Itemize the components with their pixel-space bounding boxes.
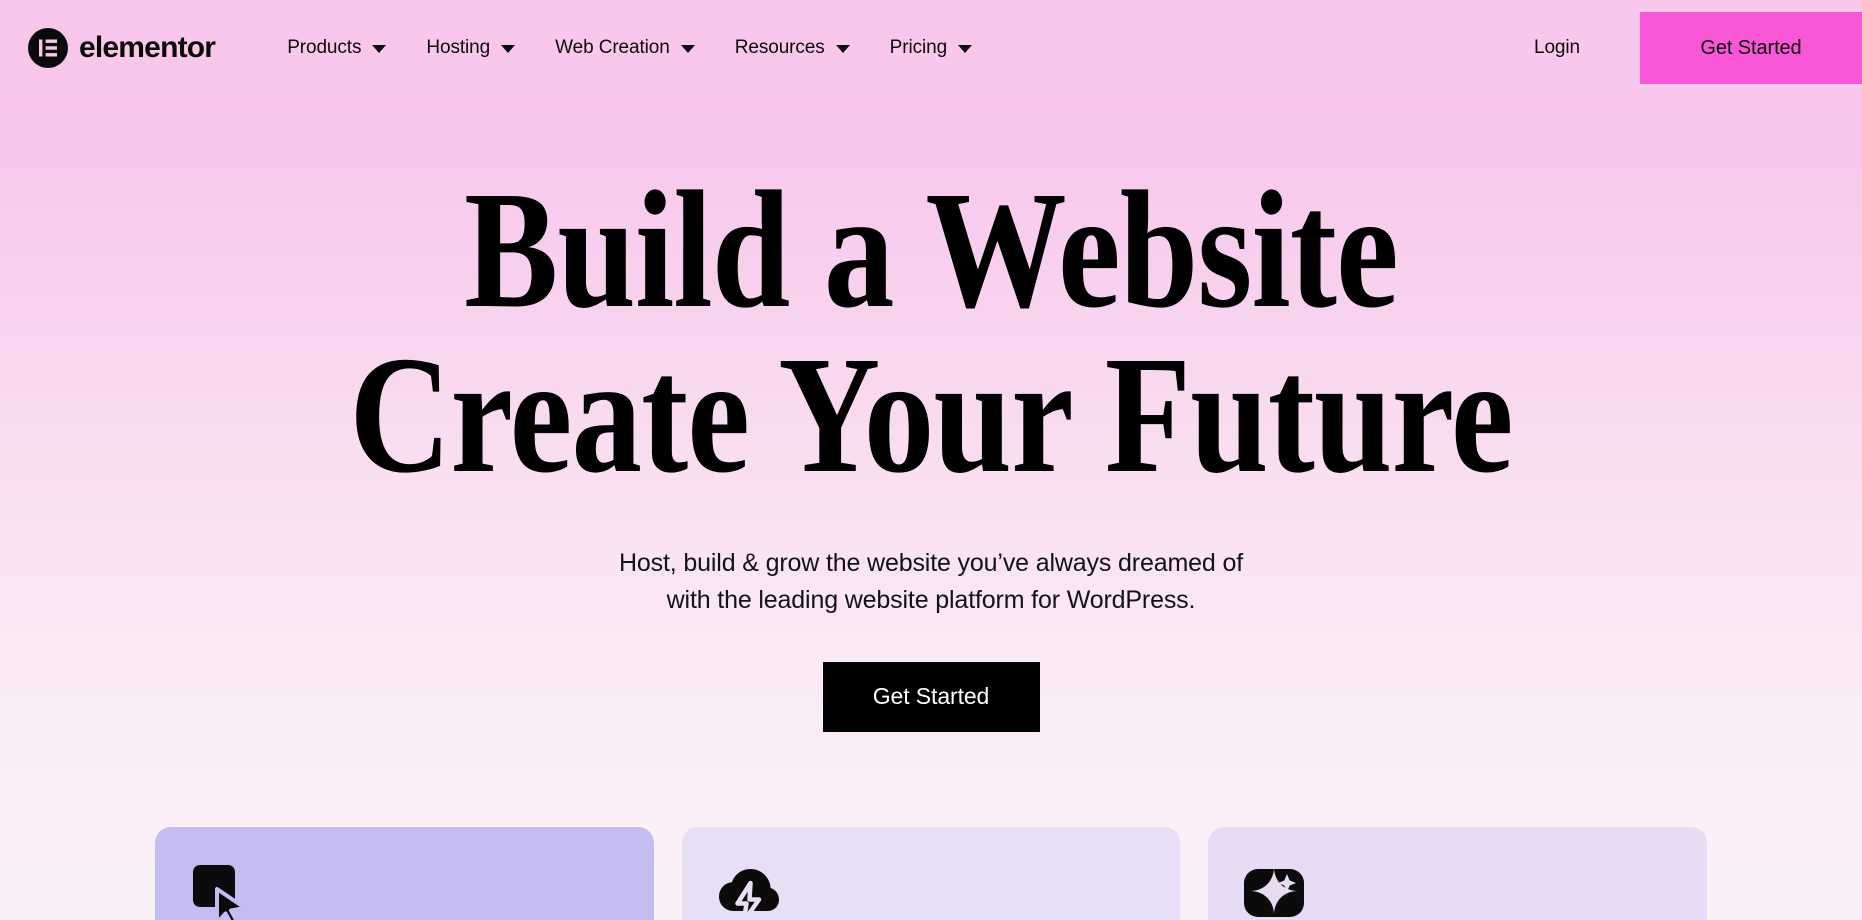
nav-item-label: Pricing xyxy=(889,37,948,58)
headline-line-1: Build a Website xyxy=(464,157,1399,343)
nav-item-hosting[interactable]: Hosting xyxy=(410,27,531,69)
subtitle-line-1: Host, build & grow the website you’ve al… xyxy=(618,549,1243,578)
hero-cta-wrapper: Get Started xyxy=(0,661,1862,732)
nav-item-resources[interactable]: Resources xyxy=(719,27,866,69)
nav-item-label: Web Creation xyxy=(555,37,670,58)
feature-cards xyxy=(155,827,1708,920)
nav-item-web-creation[interactable]: Web Creation xyxy=(539,27,711,69)
headline-line-2: Create Your Future xyxy=(349,321,1513,508)
header-actions: Login Get Started xyxy=(1514,0,1862,96)
drag-and-drop-cursor-icon xyxy=(189,861,654,920)
site-header: elementor Products Hosting Web Creation … xyxy=(0,0,1862,96)
subtitle-line-2: with the leading website platform for Wo… xyxy=(666,585,1196,614)
chevron-down-icon xyxy=(372,45,387,53)
ai-sparkle-icon xyxy=(1242,861,1707,920)
login-link[interactable]: Login xyxy=(1514,27,1600,69)
nav-item-pricing[interactable]: Pricing xyxy=(874,27,988,69)
hero-section: Build a Website Create Your Future Host,… xyxy=(0,96,1862,732)
chevron-down-icon xyxy=(501,45,516,53)
page-title: Build a Website Create Your Future xyxy=(149,157,1713,508)
feature-card-hosting[interactable] xyxy=(681,827,1181,920)
brand-wordmark: elementor xyxy=(79,31,216,64)
chevron-down-icon xyxy=(958,45,973,53)
chevron-down-icon xyxy=(835,45,850,53)
elementor-logo-icon xyxy=(28,28,68,68)
chevron-down-icon xyxy=(680,45,695,53)
nav-item-label: Hosting xyxy=(426,37,491,58)
feature-card-ai[interactable] xyxy=(1208,827,1708,920)
hero-get-started-button[interactable]: Get Started xyxy=(822,661,1040,732)
header-get-started-button[interactable]: Get Started xyxy=(1640,12,1862,84)
brand-logo[interactable]: elementor xyxy=(28,28,216,68)
hero-subtitle: Host, build & grow the website you’ve al… xyxy=(0,545,1862,618)
primary-nav: Products Hosting Web Creation Resources … xyxy=(271,27,988,69)
nav-item-products[interactable]: Products xyxy=(271,27,402,69)
page-root: elementor Products Hosting Web Creation … xyxy=(0,0,1862,920)
feature-card-website-builder[interactable] xyxy=(155,827,654,920)
nav-item-label: Products xyxy=(287,37,362,58)
cloud-lightning-icon xyxy=(716,861,1181,920)
nav-item-label: Resources xyxy=(734,37,825,58)
